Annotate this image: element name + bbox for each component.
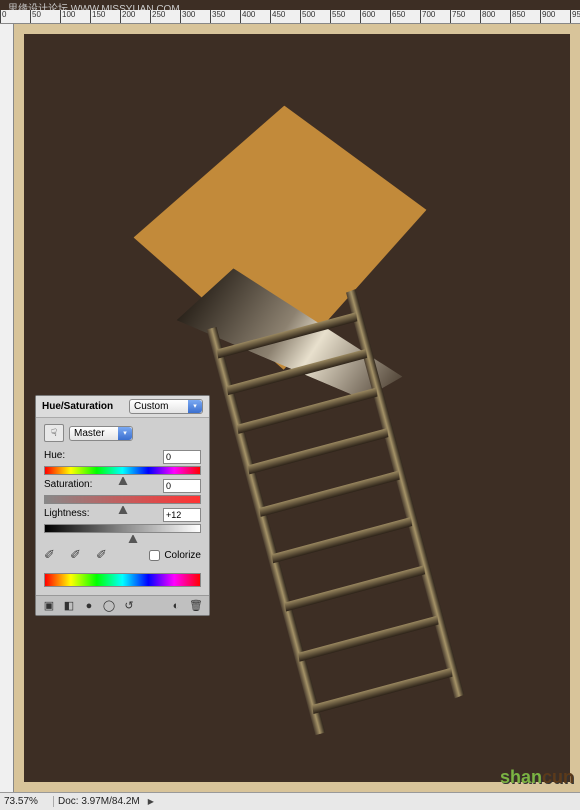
dropdown-arrows-icon: ▾ [188,400,202,413]
trash-icon[interactable]: 🗑 [189,599,203,613]
document-info: Doc: 3.97M/84.2M [54,796,144,807]
zoom-level[interactable]: 73.57% [0,796,54,807]
eyedropper-subtract-icon[interactable]: ✐ [96,547,112,563]
saturation-slider[interactable] [44,495,201,504]
ruler-horizontal: 050 100150 200250 300350 400450 500550 6… [0,10,580,24]
panel-footer: ▣ ◧ ● ◯ ↺ ◐ 🗑 [36,595,209,615]
color-spectrum-bar [44,573,201,587]
colorize-checkbox[interactable] [149,550,160,561]
saturation-input[interactable] [163,479,201,493]
ruler-vertical [0,24,14,792]
lightness-input[interactable] [163,508,201,522]
preset-select[interactable]: Custom ▾ [129,399,203,414]
panel-title: Hue/Saturation [42,401,123,412]
reset-icon[interactable]: ↺ [122,599,136,613]
ladder [201,290,464,737]
color-range-select[interactable]: Master ▾ [69,426,133,441]
dropdown-arrows-icon: ▾ [118,427,132,440]
adjustment-icon[interactable]: ▣ [42,599,56,613]
hue-row: Hue: [44,450,201,475]
hue-label: Hue: [44,450,65,464]
lightness-label: Lightness: [44,508,90,522]
eyedropper-add-icon[interactable]: ✐ [70,547,86,563]
panel-header: Hue/Saturation Custom ▾ [36,396,209,418]
colorize-label: Colorize [164,550,201,561]
hue-input[interactable] [163,450,201,464]
visibility-icon[interactable]: ● [82,599,96,613]
view-icon[interactable]: ◧ [62,599,76,613]
info-menu-icon[interactable]: ▶ [148,797,154,806]
clip-icon[interactable]: ◯ [102,599,116,613]
previous-state-icon[interactable]: ◐ [169,599,183,613]
hue-slider[interactable] [44,466,201,475]
preset-tool-button[interactable]: ☟ [44,424,64,442]
status-bar: 73.57% Doc: 3.97M/84.2M ▶ [0,792,580,810]
eyedropper-icon[interactable]: ✐ [44,547,60,563]
lightness-slider[interactable] [44,524,201,533]
saturation-label: Saturation: [44,479,92,493]
hue-saturation-panel[interactable]: Hue/Saturation Custom ▾ ☟ Master ▾ Hue: … [35,395,210,616]
watermark-bottom-right: shancun [500,767,574,788]
